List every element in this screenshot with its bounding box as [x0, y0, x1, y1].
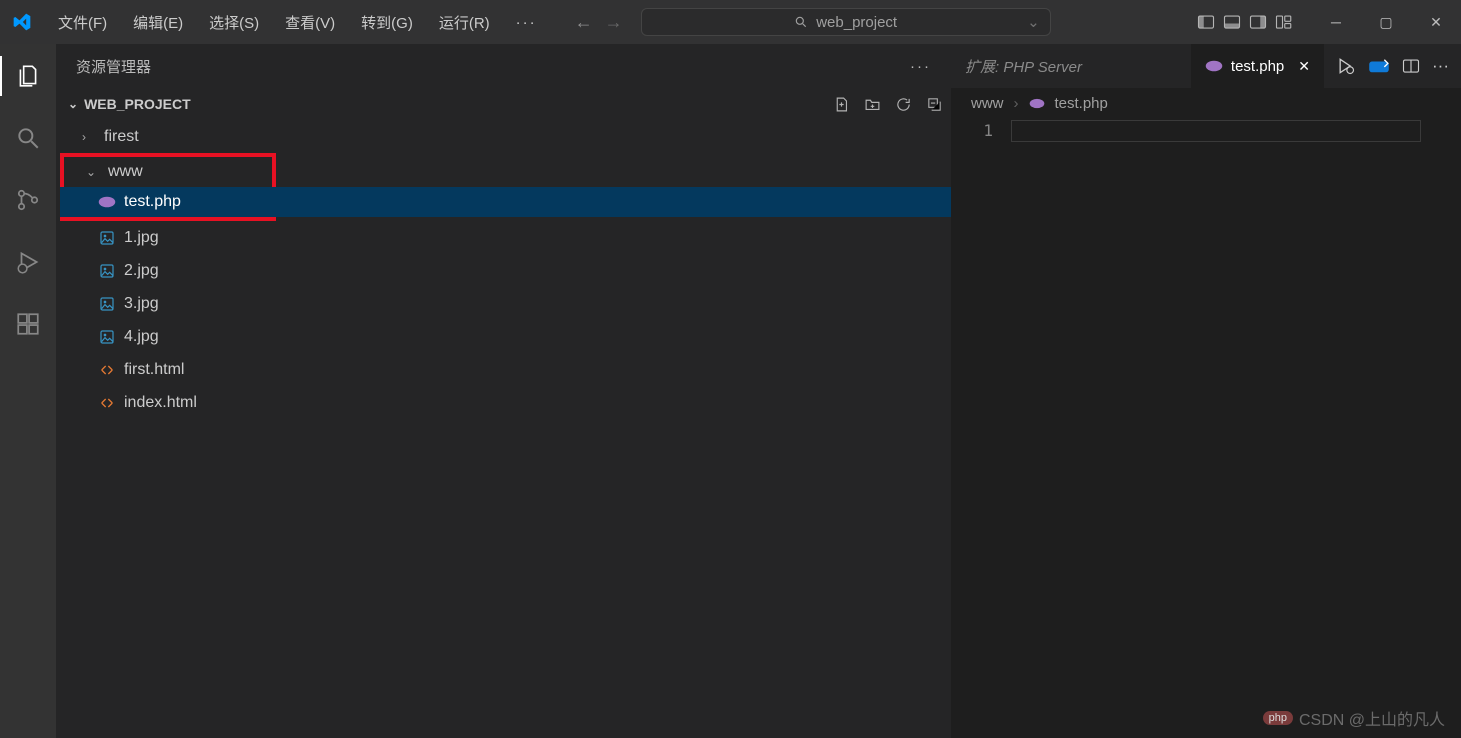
file-label: test.php: [124, 193, 181, 211]
php-file-icon: [1205, 60, 1223, 72]
title-bar: 文件(F) 编辑(E) 选择(S) 查看(V) 转到(G) 运行(R) ··· …: [0, 0, 1461, 44]
tab-label: test.php: [1231, 58, 1284, 75]
file-1-jpg[interactable]: 1.jpg: [56, 221, 951, 254]
explorer-more-icon[interactable]: ···: [910, 58, 931, 75]
customize-layout-icon[interactable]: [1275, 13, 1293, 31]
minimize-button[interactable]: ─: [1311, 14, 1361, 30]
image-file-icon: [98, 263, 116, 279]
breadcrumbs[interactable]: www › test.php: [951, 88, 1461, 118]
menu-overflow-icon[interactable]: ···: [508, 14, 545, 31]
extensions-icon[interactable]: [12, 308, 44, 340]
code-content[interactable]: [1011, 120, 1461, 142]
file-first-html[interactable]: first.html: [56, 353, 951, 386]
tab-label: 扩展: PHP Server: [965, 56, 1082, 77]
menu-bar: 文件(F) 编辑(E) 选择(S) 查看(V) 转到(G) 运行(R): [50, 8, 498, 37]
search-activity-icon[interactable]: [12, 122, 44, 154]
file-index-html[interactable]: index.html: [56, 386, 951, 419]
menu-file[interactable]: 文件(F): [50, 8, 115, 37]
folder-firest[interactable]: › firest: [56, 120, 951, 153]
breadcrumb-file[interactable]: test.php: [1055, 95, 1108, 112]
tab-actions: ···: [1324, 44, 1461, 88]
breadcrumb-folder[interactable]: www: [971, 95, 1004, 112]
html-file-icon: [98, 362, 116, 378]
file-label: 3.jpg: [124, 295, 159, 313]
project-name: WEB_PROJECT: [84, 96, 191, 112]
file-4-jpg[interactable]: 4.jpg: [56, 320, 951, 353]
vscode-logo-icon: [0, 12, 44, 32]
folder-www[interactable]: ⌄ www: [64, 157, 272, 187]
explorer-title: 资源管理器: [76, 56, 151, 77]
command-center[interactable]: web_project ⌄: [641, 8, 1051, 36]
project-header[interactable]: ⌄ WEB_PROJECT: [56, 88, 951, 120]
chevron-right-icon: ›: [82, 130, 96, 144]
close-tab-icon[interactable]: ✕: [1298, 58, 1310, 75]
run-debug-icon[interactable]: [12, 246, 44, 278]
editor-area: 扩展: PHP Server test.php ✕ ··· www › test…: [951, 44, 1461, 738]
file-label: first.html: [124, 361, 184, 379]
collapse-all-icon[interactable]: [926, 96, 943, 113]
watermark-text: CSDN @上山的凡人: [1299, 706, 1445, 730]
toggle-sidebar-icon[interactable]: [1197, 13, 1215, 31]
nav-forward-icon[interactable]: →: [605, 12, 623, 33]
file-label: index.html: [124, 394, 197, 412]
image-file-icon: [98, 296, 116, 312]
explorer-icon[interactable]: [12, 60, 44, 92]
maximize-button[interactable]: ▢: [1361, 14, 1411, 31]
new-folder-icon[interactable]: [864, 96, 881, 113]
file-test-php[interactable]: test.php: [60, 187, 1007, 217]
folder-label: firest: [104, 128, 139, 146]
chevron-down-icon: ⌄: [86, 165, 100, 179]
explorer-panel: 资源管理器 ··· ⌄ WEB_PROJECT › firest ⌄ www: [56, 44, 951, 738]
close-button[interactable]: ✕: [1411, 14, 1461, 31]
nav-back-icon[interactable]: ←: [575, 12, 593, 33]
toggle-secondary-icon[interactable]: [1249, 13, 1267, 31]
nav-buttons: ← →: [575, 12, 623, 33]
chevron-down-icon: ⌄: [1027, 13, 1040, 31]
file-label: 2.jpg: [124, 262, 159, 280]
file-2-jpg[interactable]: 2.jpg: [56, 254, 951, 287]
menu-view[interactable]: 查看(V): [277, 8, 343, 37]
menu-select[interactable]: 选择(S): [201, 8, 267, 37]
project-actions: [833, 96, 943, 113]
menu-edit[interactable]: 编辑(E): [125, 8, 191, 37]
php-file-icon: [1029, 98, 1045, 109]
php-file-icon: [98, 196, 116, 208]
chevron-right-icon: ›: [1014, 95, 1019, 112]
run-debug-icon[interactable]: [1336, 56, 1356, 76]
editor-tabs: 扩展: PHP Server test.php ✕ ···: [951, 44, 1461, 88]
menu-goto[interactable]: 转到(G): [353, 8, 421, 37]
html-file-icon: [98, 395, 116, 411]
window-controls: ─ ▢ ✕: [1311, 14, 1461, 31]
source-control-icon[interactable]: [12, 184, 44, 216]
search-icon: [794, 15, 808, 29]
tab-php-server[interactable]: 扩展: PHP Server: [951, 44, 1191, 88]
image-file-icon: [98, 329, 116, 345]
code-editor[interactable]: 1: [951, 118, 1461, 142]
activity-bar: [0, 44, 56, 738]
image-file-icon: [98, 230, 116, 246]
refresh-icon[interactable]: [895, 96, 912, 113]
file-tree: › firest ⌄ www test.php 1.jpg 2.jpg: [56, 120, 951, 419]
more-actions-icon[interactable]: ···: [1432, 56, 1449, 76]
line-number: 1: [951, 120, 1011, 142]
file-label: 1.jpg: [124, 229, 159, 247]
layout-controls: [1197, 13, 1293, 31]
annotation-highlight: ⌄ www test.php: [60, 153, 276, 221]
explorer-header: 资源管理器 ···: [56, 44, 951, 88]
php-server-icon[interactable]: [1368, 58, 1390, 74]
php-badge: php: [1263, 711, 1293, 725]
folder-label: www: [108, 163, 143, 181]
file-label: 4.jpg: [124, 328, 159, 346]
search-text: web_project: [816, 14, 897, 31]
file-3-jpg[interactable]: 3.jpg: [56, 287, 951, 320]
cursor-line: [1011, 120, 1421, 142]
chevron-down-icon: ⌄: [68, 97, 78, 111]
split-editor-icon[interactable]: [1402, 57, 1420, 75]
new-file-icon[interactable]: [833, 96, 850, 113]
toggle-panel-icon[interactable]: [1223, 13, 1241, 31]
tab-test-php[interactable]: test.php ✕: [1191, 44, 1324, 88]
watermark: php CSDN @上山的凡人: [1263, 706, 1445, 730]
menu-run[interactable]: 运行(R): [431, 8, 498, 37]
